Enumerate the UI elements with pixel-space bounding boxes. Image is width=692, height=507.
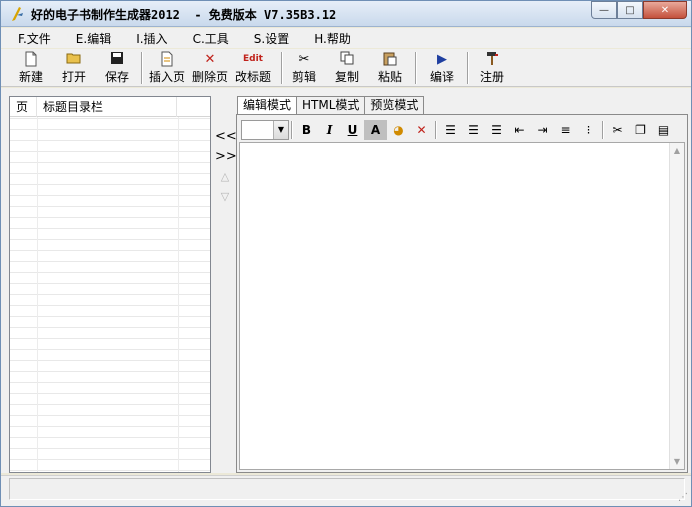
paste-button[interactable]: 粘贴 <box>377 51 403 85</box>
copy-label: 复制 <box>334 70 359 84</box>
insert-page-label: 插入页 <box>149 70 186 84</box>
tab-edit-mode[interactable]: 编辑模式 <box>237 96 298 115</box>
menu-tools[interactable]: C.工具 <box>176 30 237 47</box>
italic-button[interactable]: I <box>318 120 341 140</box>
menu-bar: F.文件 E.编辑 I.插入 C.工具 S.设置 H.帮助 <box>1 28 691 48</box>
outdent-icon[interactable]: ⇤ <box>508 120 531 140</box>
window-controls: — □ ✕ <box>591 1 687 20</box>
clear-format-icon[interactable]: ✕ <box>410 120 433 140</box>
status-panel <box>9 478 685 500</box>
open-button[interactable]: 打开 <box>60 51 88 85</box>
resize-grip-icon[interactable]: ⋰ <box>678 492 688 503</box>
scissors-icon[interactable]: ✂ <box>606 120 629 140</box>
delete-page-button[interactable]: ✕ 删除页 <box>192 51 228 85</box>
new-button[interactable]: 新建 <box>17 51 45 85</box>
maximize-button[interactable]: □ <box>617 1 643 19</box>
minimize-button[interactable]: — <box>591 1 617 19</box>
save-label: 保存 <box>104 70 129 84</box>
scroll-down-icon[interactable]: ▼ <box>670 454 684 469</box>
insert-page-icon <box>149 51 185 68</box>
clipboard-paste-icon <box>377 51 403 68</box>
register-label: 注册 <box>479 70 504 84</box>
bullet-list-icon[interactable]: ⁝ <box>577 120 600 140</box>
move-controls: << >> △ ▽ <box>215 127 237 207</box>
toc-col-page[interactable]: 页 <box>10 97 37 117</box>
menu-edit[interactable]: E.编辑 <box>59 30 119 47</box>
save-button[interactable]: 保存 <box>103 51 131 85</box>
font-size-select[interactable]: ▼ <box>241 120 289 140</box>
open-label: 打开 <box>61 70 86 84</box>
move-down-button[interactable]: ▽ <box>215 187 235 207</box>
rename-title-label: 改标题 <box>235 70 272 84</box>
numbered-list-icon[interactable]: ≡ <box>554 120 577 140</box>
toolbar-separator <box>415 52 417 84</box>
delete-x-icon: ✕ <box>204 52 216 67</box>
format-toolbar: ▼ B I U A ◕ ✕ ☰ ☰ ☰ ⇤ ⇥ ≡ ⁝ ✂ ❐ ▤ <box>241 119 685 141</box>
tab-html-mode[interactable]: HTML模式 <box>296 96 366 114</box>
cut-button[interactable]: ✂ 剪辑 <box>291 51 317 85</box>
copy-icon[interactable]: ❐ <box>629 120 652 140</box>
underline-button[interactable]: U <box>341 120 364 140</box>
copy-icon <box>334 51 360 68</box>
delete-page-label: 删除页 <box>192 70 229 84</box>
rename-title-button[interactable]: Edit 改标题 <box>235 51 271 85</box>
highlight-color-icon[interactable]: ◕ <box>387 120 410 140</box>
toolbar-separator <box>467 52 469 84</box>
toc-header: 页 标题目录栏 <box>10 97 210 117</box>
close-button[interactable]: ✕ <box>643 1 687 19</box>
bold-button[interactable]: B <box>295 120 318 140</box>
toc-list[interactable]: 页 标题目录栏 <box>9 96 211 473</box>
hammer-icon <box>479 51 505 68</box>
menu-file[interactable]: F.文件 <box>1 30 59 47</box>
edit-text-icon: Edit <box>243 54 263 64</box>
editor-content[interactable]: ▲ ▼ <box>239 142 685 470</box>
align-center-icon[interactable]: ☰ <box>462 120 485 140</box>
folder-open-icon <box>60 51 88 68</box>
move-right-button[interactable]: >> <box>215 147 237 167</box>
align-right-icon[interactable]: ☰ <box>485 120 508 140</box>
floppy-disk-icon <box>103 51 131 68</box>
move-left-button[interactable]: << <box>215 127 237 147</box>
format-separator <box>435 121 437 139</box>
compile-label: 编译 <box>429 70 454 84</box>
menu-help[interactable]: H.帮助 <box>297 30 359 47</box>
scissors-icon: ✂ <box>298 52 310 67</box>
new-label: 新建 <box>18 70 43 84</box>
chevron-down-icon[interactable]: ▼ <box>273 121 288 139</box>
main-toolbar: 新建 打开 保存 插入页 ✕ 删除页 Edit 改标题 ✂ 剪辑 复制 粘贴 ▶… <box>1 49 691 87</box>
clipboard-paste-icon[interactable]: ▤ <box>652 120 675 140</box>
mode-tabs: 编辑模式 HTML模式 预览模式 <box>237 96 425 115</box>
format-separator <box>291 121 293 139</box>
title-bar: 好的电子书制作生成器2012 - 免费版本 V7.35B3.12 — □ ✕ <box>1 1 691 27</box>
align-left-icon[interactable]: ☰ <box>439 120 462 140</box>
register-button[interactable]: 注册 <box>479 51 505 85</box>
compile-button[interactable]: ▶ 编译 <box>429 51 455 85</box>
toolbar-separator <box>281 52 283 84</box>
font-color-button[interactable]: A <box>364 120 387 140</box>
app-window: 好的电子书制作生成器2012 - 免费版本 V7.35B3.12 — □ ✕ F… <box>0 0 692 507</box>
menu-settings[interactable]: S.设置 <box>237 30 297 47</box>
grid-line <box>178 117 179 472</box>
new-file-icon <box>17 51 45 68</box>
play-triangle-icon: ▶ <box>437 52 447 67</box>
format-separator <box>602 121 604 139</box>
tab-preview-mode[interactable]: 预览模式 <box>364 96 425 114</box>
toc-col-title[interactable]: 标题目录栏 <box>37 97 177 117</box>
menu-insert[interactable]: I.插入 <box>119 30 175 47</box>
editor-panel: ▼ B I U A ◕ ✕ ☰ ☰ ☰ ⇤ ⇥ ≡ ⁝ ✂ ❐ ▤ ▲ ▼ <box>236 114 688 473</box>
status-bar: ⋰ <box>1 475 691 506</box>
indent-icon[interactable]: ⇥ <box>531 120 554 140</box>
window-title: 好的电子书制作生成器2012 - 免费版本 V7.35B3.12 <box>31 8 337 22</box>
editor-scrollbar[interactable]: ▲ ▼ <box>669 143 684 469</box>
app-logo-icon <box>12 7 23 21</box>
copy-button[interactable]: 复制 <box>334 51 360 85</box>
scroll-up-icon[interactable]: ▲ <box>670 143 684 158</box>
paste-label: 粘贴 <box>377 70 402 84</box>
cut-label: 剪辑 <box>291 70 316 84</box>
grid-line <box>37 117 38 472</box>
toolbar-separator <box>141 52 143 84</box>
move-up-button[interactable]: △ <box>215 167 235 187</box>
insert-page-button[interactable]: 插入页 <box>149 51 185 85</box>
